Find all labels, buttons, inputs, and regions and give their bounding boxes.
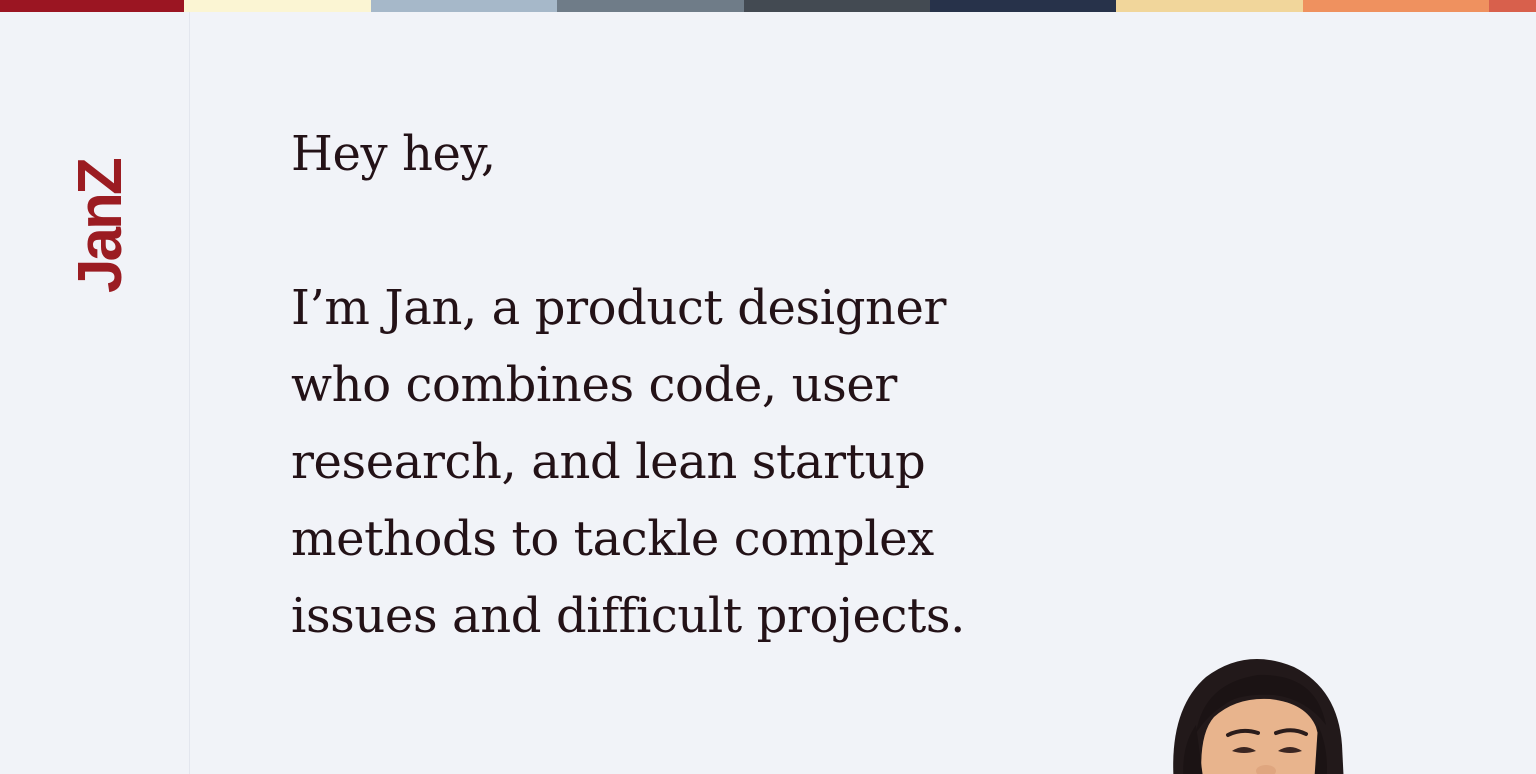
intro-section: Hey hey, I’m Jan, a product designer who…	[291, 116, 1051, 655]
intro-paragraph: I’m Jan, a product designer who combines…	[291, 270, 1051, 655]
color-strip-segment	[557, 0, 744, 12]
color-strip-segment	[0, 0, 184, 12]
portrait-illustration	[1173, 659, 1344, 774]
intro-line: I’m Jan, a product designer	[291, 280, 947, 336]
sidebar	[0, 12, 190, 774]
greeting-heading: Hey hey,	[291, 126, 496, 182]
page: JanZ Hey hey, I’m Jan, a product designe…	[0, 0, 1536, 774]
color-strip-segment	[744, 0, 930, 12]
intro-line: issues and difficult projects.	[291, 588, 965, 644]
color-strip-segment	[371, 0, 557, 12]
intro-line: who combines code, user	[291, 357, 897, 413]
janz-logo[interactable]: JanZ	[71, 155, 125, 293]
intro-line: research, and lean startup	[291, 434, 926, 490]
color-strip-segment	[1303, 0, 1489, 12]
color-strip-segment	[184, 0, 371, 12]
intro-line: methods to tackle complex	[291, 511, 934, 567]
color-strip-segment	[930, 0, 1116, 12]
color-strip-segment	[1116, 0, 1303, 12]
janz-logo-mark: JanZ	[71, 158, 125, 293]
portrait-photo	[1166, 655, 1346, 774]
logo-text: JanZ	[71, 158, 125, 293]
color-strip-segment	[1489, 0, 1536, 12]
color-strip	[0, 0, 1536, 12]
